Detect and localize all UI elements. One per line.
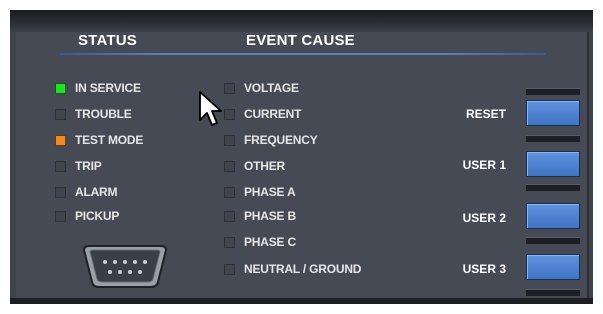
user3-button-label: USER 3 [462, 262, 506, 276]
event-item-label: VOLTAGE [244, 81, 299, 95]
led-indicator-icon [224, 236, 235, 248]
status-item-trip: TRIP [55, 158, 102, 174]
led-indicator-icon [224, 210, 235, 222]
reset-button-label: RESET [465, 107, 506, 121]
event-cause-heading: EVENT CAUSE [246, 32, 355, 49]
led-indicator-icon [224, 108, 235, 120]
led-indicator-icon [224, 160, 235, 172]
status-item-label: IN SERVICE [75, 81, 141, 95]
event-item-phase-c: PHASE C [224, 234, 296, 250]
button-slot [526, 237, 580, 244]
led-indicator-icon [224, 134, 235, 146]
led-indicator-icon [224, 263, 235, 275]
event-item-label: PHASE C [244, 235, 296, 249]
event-item-label: NEUTRAL / GROUND [244, 262, 362, 276]
status-item-label: ALARM [75, 185, 118, 199]
event-item-phase-b: PHASE B [224, 208, 296, 224]
button-slot [526, 135, 580, 142]
event-item-neutral-ground: NEUTRAL / GROUND [224, 261, 361, 277]
event-item-label: CURRENT [244, 107, 302, 121]
user1-button[interactable] [526, 151, 580, 177]
event-item-label: PHASE A [244, 185, 296, 199]
led-indicator-icon [55, 108, 66, 120]
mouse-pointer-icon [199, 91, 222, 126]
event-item-label: FREQUENCY [244, 133, 318, 147]
status-heading: STATUS [78, 32, 137, 49]
led-indicator-icon [55, 160, 66, 172]
event-item-current: CURRENT [224, 106, 301, 122]
event-item-phase-a: PHASE A [224, 184, 296, 200]
user3-button[interactable] [526, 254, 580, 280]
user1-button-label: USER 1 [462, 158, 506, 172]
event-item-other: OTHER [224, 158, 285, 174]
led-indicator-icon [224, 186, 235, 198]
status-item-label: TEST MODE [75, 133, 144, 147]
db9-serial-port-icon[interactable] [80, 244, 170, 290]
event-item-label: PHASE B [244, 209, 296, 223]
user2-button-label: USER 2 [462, 211, 506, 225]
button-slot [526, 289, 580, 296]
event-item-frequency: FREQUENCY [224, 132, 318, 148]
user2-button[interactable] [526, 203, 580, 229]
status-item-pickup: PICKUP [55, 208, 119, 224]
button-slot [526, 184, 580, 191]
led-indicator-icon [224, 82, 235, 94]
led-indicator-icon [55, 186, 66, 198]
status-item-test-mode: TEST MODE [55, 132, 143, 148]
led-indicator-icon [55, 134, 66, 146]
panel-top-bevel [10, 10, 593, 32]
panel-bottom-bevel [10, 298, 593, 304]
led-indicator-icon [55, 82, 66, 94]
event-item-voltage: VOLTAGE [224, 80, 299, 96]
button-slot [526, 88, 580, 95]
status-item-trouble: TROUBLE [55, 106, 132, 122]
led-indicator-icon [55, 210, 66, 222]
status-item-alarm: ALARM [55, 184, 118, 200]
heading-divider [60, 53, 546, 55]
status-item-label: TROUBLE [75, 107, 132, 121]
reset-button[interactable] [526, 100, 580, 126]
status-item-label: TRIP [75, 159, 102, 173]
status-item-in-service: IN SERVICE [55, 80, 141, 96]
status-item-label: PICKUP [75, 209, 120, 223]
event-item-label: OTHER [244, 159, 286, 173]
